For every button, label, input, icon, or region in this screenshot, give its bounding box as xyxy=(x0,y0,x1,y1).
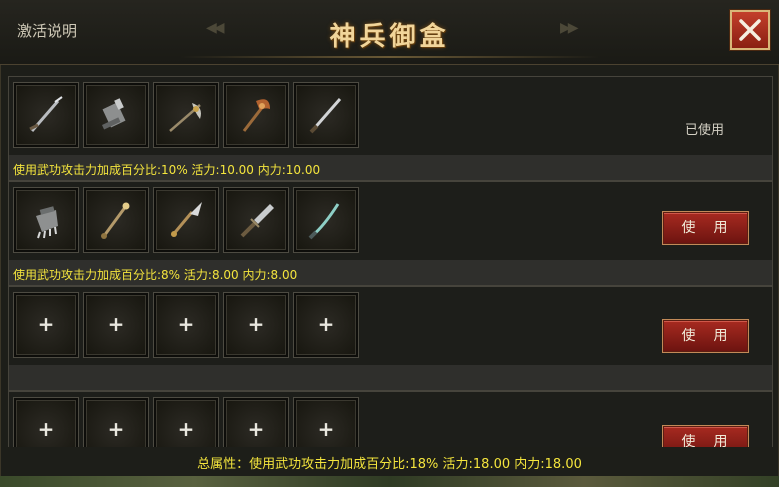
weapon-slot[interactable] xyxy=(224,188,288,252)
empty-weapon-slot[interactable]: + xyxy=(294,293,358,357)
weapon-slot[interactable] xyxy=(294,188,358,252)
weapon-set-row: 使用武功攻击力加成百分比:8% 活力:8.00 内力:8.00 xyxy=(8,181,773,286)
empty-weapon-slot[interactable]: + xyxy=(84,293,148,357)
use-button-set-2[interactable]: 使用 xyxy=(663,212,748,244)
title-right-ornament: ▶▶ xyxy=(560,20,578,36)
weapon-slot[interactable] xyxy=(84,83,148,147)
close-button[interactable] xyxy=(730,10,770,50)
spear-icon xyxy=(170,202,202,237)
attribute-bar xyxy=(9,365,772,390)
empty-weapon-slot[interactable]: + xyxy=(224,293,288,357)
set-attributes: 使用武功攻击力加成百分比:10% 活力:10.00 内力:10.00 xyxy=(13,163,321,177)
claw-glove-icon xyxy=(36,206,58,239)
empty-weapon-slot[interactable]: + xyxy=(14,398,78,447)
add-icon: + xyxy=(177,312,195,336)
add-icon: + xyxy=(247,417,265,441)
add-icon: + xyxy=(317,312,335,336)
empty-weapon-slot[interactable]: + xyxy=(154,398,218,447)
weapon-slot[interactable] xyxy=(154,188,218,252)
weapon-slot[interactable] xyxy=(84,188,148,252)
curved-blade-icon xyxy=(308,203,340,240)
empty-weapon-slot[interactable]: + xyxy=(154,293,218,357)
blade-icon xyxy=(309,98,342,134)
weapon-slot[interactable] xyxy=(294,83,358,147)
weapon-set-row: 已使用 使用武功攻击力加成百分比:10% 活力:10.00 内力:10.00 xyxy=(8,76,773,181)
empty-weapon-slot[interactable]: + xyxy=(224,398,288,447)
add-icon: + xyxy=(37,312,55,336)
empty-weapon-slot[interactable]: + xyxy=(14,293,78,357)
empty-weapon-slot[interactable]: + xyxy=(84,398,148,447)
weapon-slot[interactable] xyxy=(14,188,78,252)
add-icon: + xyxy=(37,417,55,441)
weapon-set-row: + + + + + xyxy=(8,286,773,391)
add-icon: + xyxy=(107,312,125,336)
staff-icon xyxy=(101,202,130,239)
page-title: 神兵御盒 xyxy=(329,22,450,52)
add-icon: + xyxy=(247,312,265,336)
use-button-set-4[interactable]: 使用 xyxy=(663,426,748,447)
gauntlet-icon xyxy=(101,98,126,130)
divine-weapon-box-panel: 激活说明 ◀◀ 神兵御盒 ▶▶ 已使用 使用武功攻击力加成百分比:10% 活力:… xyxy=(0,0,779,487)
halberd-icon xyxy=(169,103,201,132)
add-icon: + xyxy=(317,417,335,441)
weapon-set-row: + + + + + xyxy=(8,391,773,447)
background-strip xyxy=(0,476,779,487)
sword-icon xyxy=(29,96,63,132)
add-icon: + xyxy=(107,417,125,441)
weapon-slot[interactable] xyxy=(224,83,288,147)
weapon-set-list[interactable]: 已使用 使用武功攻击力加成百分比:10% 活力:10.00 内力:10.00 使… xyxy=(8,76,773,447)
used-status: 已使用 xyxy=(685,123,725,138)
weapon-slot[interactable] xyxy=(14,83,78,147)
close-icon xyxy=(739,19,761,41)
set-attributes: 使用武功攻击力加成百分比:8% 活力:8.00 内力:8.00 xyxy=(13,268,298,282)
title-bar: 激活说明 ◀◀ 神兵御盒 ▶▶ xyxy=(0,0,779,65)
axe-icon xyxy=(242,99,270,132)
broadsword-icon xyxy=(240,204,274,238)
weapon-slot[interactable] xyxy=(154,83,218,147)
add-icon: + xyxy=(177,417,195,441)
use-button-set-3[interactable]: 使用 xyxy=(663,320,748,352)
total-attributes: 总属性：使用武功攻击力加成百分比:18% 活力:18.00 内力:18.00 xyxy=(197,457,582,472)
empty-weapon-slot[interactable]: + xyxy=(294,398,358,447)
